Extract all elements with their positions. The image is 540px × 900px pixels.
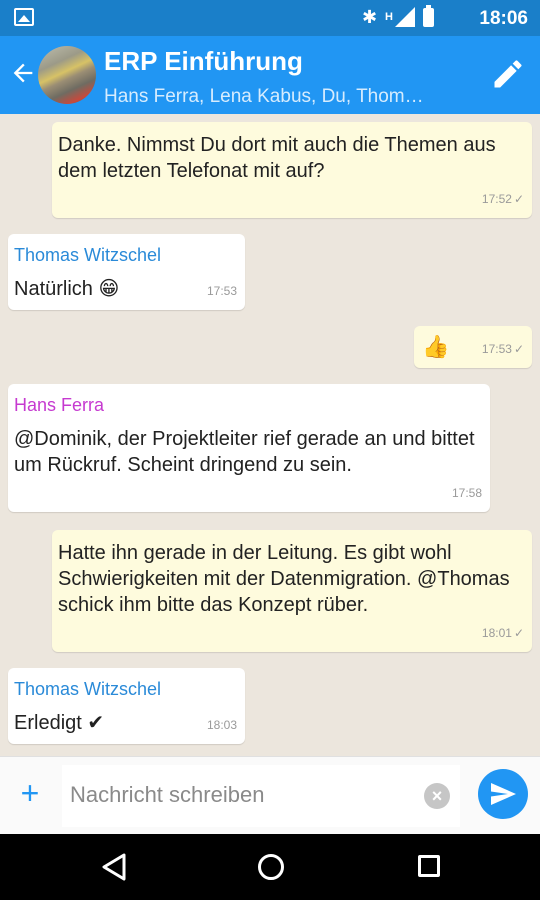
message-time: 17:53 bbox=[206, 284, 237, 298]
status-icons: ✱ H bbox=[361, 4, 434, 27]
clear-icon[interactable]: × bbox=[424, 783, 450, 809]
message-bubble-outgoing[interactable]: 👍 17:53 ✓ bbox=[414, 326, 532, 368]
nav-recents-icon[interactable] bbox=[418, 855, 440, 877]
message-text: Danke. Nimmst Du dort mit auch die Theme… bbox=[58, 134, 496, 182]
network-type-label: H bbox=[385, 11, 393, 23]
message-sender[interactable]: Thomas Witzschel bbox=[14, 244, 237, 266]
message-text: Hatte ihn gerade in der Leitung. Es gibt… bbox=[58, 542, 510, 616]
message-sender[interactable]: Hans Ferra bbox=[14, 394, 482, 416]
message-time: 18:03 bbox=[206, 718, 237, 732]
message-meta: 17:52 ✓ bbox=[482, 186, 524, 212]
bluetooth-icon: ✱ bbox=[361, 7, 378, 27]
signal-icon bbox=[395, 7, 415, 27]
back-arrow-icon[interactable] bbox=[6, 56, 40, 90]
send-icon bbox=[491, 783, 516, 805]
nav-home-icon[interactable] bbox=[258, 854, 284, 880]
message-sender[interactable]: Thomas Witzschel bbox=[14, 678, 237, 700]
battery-icon bbox=[423, 4, 434, 27]
message-text: Erledigt ✔ bbox=[14, 712, 105, 734]
status-bar: ✱ H 18:06 bbox=[0, 0, 540, 36]
message-text: Natürlich 😁 bbox=[14, 278, 120, 300]
group-avatar-image bbox=[38, 46, 96, 104]
message-time: 18:01 bbox=[481, 626, 512, 640]
message-bubble-outgoing[interactable]: Hatte ihn gerade in der Leitung. Es gibt… bbox=[52, 530, 532, 652]
thumbs-up-sticker: 👍 bbox=[422, 334, 450, 359]
chat-members[interactable]: Hans Ferra, Lena Kabus, Du, Thom… bbox=[104, 86, 464, 108]
edit-pencil-icon[interactable] bbox=[490, 56, 526, 92]
message-input-container[interactable]: × bbox=[62, 765, 460, 827]
attach-plus-icon[interactable]: + bbox=[14, 777, 46, 809]
message-bubble-incoming[interactable]: Thomas Witzschel Erledigt ✔ 18:03 bbox=[8, 668, 245, 744]
message-composer: + × bbox=[0, 756, 540, 834]
chat-title[interactable]: ERP Einführung bbox=[104, 46, 303, 77]
message-time: 17:58 bbox=[451, 486, 482, 500]
image-notification-icon bbox=[14, 8, 34, 26]
sent-check-icon: ✓ bbox=[513, 192, 524, 206]
message-bubble-outgoing[interactable]: Danke. Nimmst Du dort mit auch die Theme… bbox=[52, 122, 532, 218]
message-time: 17:52 bbox=[481, 192, 512, 206]
message-text: @Dominik, der Projektleiter rief gerade … bbox=[14, 428, 475, 476]
sent-check-icon: ✓ bbox=[513, 342, 524, 356]
send-button[interactable] bbox=[478, 769, 528, 819]
message-time: 17:53 bbox=[481, 342, 512, 356]
message-meta: 17:53 ✓ bbox=[482, 336, 524, 362]
message-bubble-incoming[interactable]: Hans Ferra @Dominik, der Projektleiter r… bbox=[8, 384, 490, 512]
group-avatar[interactable] bbox=[38, 46, 96, 104]
message-input[interactable] bbox=[70, 777, 410, 813]
message-meta: 18:01 ✓ bbox=[482, 620, 524, 646]
message-list[interactable]: Danke. Nimmst Du dort mit auch die Theme… bbox=[0, 114, 540, 756]
system-navigation-bar bbox=[0, 834, 540, 900]
clock: 18:06 bbox=[479, 8, 528, 29]
sent-check-icon: ✓ bbox=[513, 626, 524, 640]
chat-header: ERP Einführung Hans Ferra, Lena Kabus, D… bbox=[0, 36, 540, 114]
nav-back-icon[interactable] bbox=[100, 852, 128, 882]
message-bubble-incoming[interactable]: Thomas Witzschel Natürlich 😁 17:53 bbox=[8, 234, 245, 310]
